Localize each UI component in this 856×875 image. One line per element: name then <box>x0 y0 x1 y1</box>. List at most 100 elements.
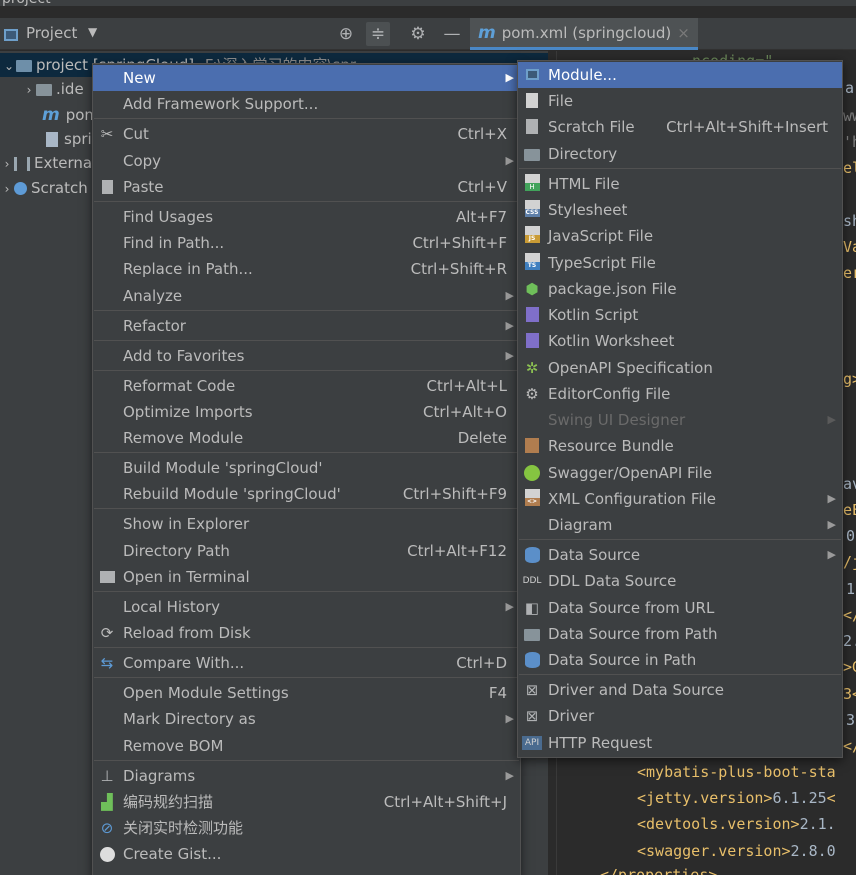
submenu-item-openapi-spec[interactable]: ✲ OpenAPI Specification <box>518 355 842 381</box>
menu-item-directory-path[interactable]: Directory Path Ctrl+Alt+F12 <box>93 538 520 564</box>
submenu-item-javascript-file[interactable]: JS JavaScript File <box>518 223 842 249</box>
submenu-item-stylesheet[interactable]: CSS Stylesheet <box>518 197 842 223</box>
submenu-item-kotlin-worksheet[interactable]: Kotlin Worksheet <box>518 328 842 354</box>
code-fragment: 0 <box>846 527 856 545</box>
submenu-item-driver-and-data-source[interactable]: ⊠ Driver and Data Source <box>518 677 842 703</box>
collapse-all-icon[interactable]: ≑ <box>366 22 390 46</box>
menu-item-remove-module[interactable]: Remove Module Delete <box>93 425 520 451</box>
hide-icon[interactable]: — <box>440 22 464 46</box>
submenu-item-ddl-data-source[interactable]: DDL DDL Data Source <box>518 568 842 594</box>
submenu-item-kotlin-script[interactable]: Kotlin Script <box>518 302 842 328</box>
menu-item-mark-directory-as[interactable]: Mark Directory as ▶ <box>93 706 520 732</box>
menu-item-diagrams[interactable]: ⊥ Diagrams ▶ <box>93 763 520 789</box>
menu-item-code-scan[interactable]: ▟ 编码规约扫描 Ctrl+Alt+Shift+J <box>93 789 520 815</box>
project-context-menu: New ▶ Add Framework Support... ✂ Cut Ctrl+X… <box>92 63 521 875</box>
code-fragment: 1 <box>846 580 856 598</box>
module-icon <box>522 65 542 85</box>
github-icon <box>97 844 117 864</box>
menu-item-analyze[interactable]: Analyze ▶ <box>93 283 520 309</box>
forbidden-icon: ⊘ <box>100 819 114 837</box>
code-fragment: eE <box>843 501 856 519</box>
maven-file-icon: m <box>42 105 60 125</box>
submenu-item-data-source-path[interactable]: Data Source from Path <box>518 621 842 647</box>
code-fragment: 3 <box>846 711 856 729</box>
menu-item-rebuild-module[interactable]: Rebuild Module 'springCloud' Ctrl+Shift+F… <box>93 481 520 507</box>
code-fragment: Va <box>843 238 856 256</box>
scratches-icon <box>14 182 27 195</box>
submenu-item-html-file[interactable]: HTML File <box>518 171 842 197</box>
tree-item-label: Externa <box>34 154 93 172</box>
code-line: <jetty.version>6.1.25< <box>637 789 836 807</box>
tree-item-label: Scratch <box>31 179 88 197</box>
compare-arrows-icon: ⇆ <box>100 654 114 672</box>
code-fragment: a <box>845 79 855 97</box>
tab-pom-xml[interactable]: m pom.xml (springcloud) × <box>470 18 698 50</box>
submenu-item-swing-ui-designer: Swing UI Designer ▶ <box>548 411 836 429</box>
chevron-down-icon[interactable]: ▼ <box>88 25 97 39</box>
menu-item-find-usages[interactable]: Find Usages Alt+F7 <box>93 204 520 230</box>
submenu-item-driver[interactable]: ⊠ Driver <box>518 703 842 729</box>
submenu-item-http-request[interactable]: API HTTP Request <box>518 730 842 756</box>
submenu-item-data-source-url[interactable]: ◧ Data Source from URL <box>518 595 842 621</box>
submenu-item-editorconfig[interactable]: ⚙ EditorConfig File <box>518 381 842 407</box>
code-fragment: </ <box>843 737 856 755</box>
folder-icon <box>522 624 542 644</box>
menu-item-find-in-path[interactable]: Find in Path... Ctrl+Shift+F <box>93 230 520 256</box>
project-view-icon <box>4 27 18 45</box>
menu-item-copy[interactable]: Copy ▶ <box>93 148 520 174</box>
css-file-icon: CSS <box>522 200 542 220</box>
menu-item-add-framework-support[interactable]: Add Framework Support... <box>93 91 520 117</box>
menu-item-replace-in-path[interactable]: Replace in Path... Ctrl+Shift+R <box>93 256 520 282</box>
submenu-item-data-source-in-path[interactable]: Data Source in Path <box>518 647 842 673</box>
menu-item-add-to-favorites[interactable]: Add to Favorites ▶ <box>93 343 520 369</box>
menu-item-compare-with[interactable]: ⇆ Compare With... Ctrl+D <box>93 650 520 676</box>
menu-item-disable-realtime-check[interactable]: ⊘ 关闭实时检测功能 <box>93 815 520 841</box>
code-fragment: el <box>843 159 856 177</box>
openapi-icon: ✲ <box>525 359 539 377</box>
submenu-item-diagram[interactable]: Diagram ▶ <box>518 512 842 538</box>
menu-item-build-module[interactable]: Build Module 'springCloud' <box>93 455 520 481</box>
menu-item-create-gist[interactable]: Create Gist... <box>93 841 520 867</box>
submenu-item-typescript-file[interactable]: TS TypeScript File <box>518 250 842 276</box>
submenu-item-swagger-file[interactable]: Swagger/OpenAPI File <box>518 460 842 486</box>
menu-item-open-module-settings[interactable]: Open Module Settings F4 <box>93 680 520 706</box>
swagger-icon <box>522 463 542 483</box>
code-fragment: >G <box>843 658 856 676</box>
clipboard-icon <box>97 177 117 197</box>
tree-item-label: .ide <box>56 80 84 98</box>
submenu-item-xml-config[interactable]: <> XML Configuration File ▶ <box>518 486 842 512</box>
submenu-item-module[interactable]: Module... <box>518 62 842 88</box>
submenu-item-package-json[interactable]: ⬢ package.json File <box>518 276 842 302</box>
menu-item-new[interactable]: New ▶ <box>93 65 520 91</box>
library-icon <box>14 156 30 171</box>
tree-item-label: spri <box>64 130 92 148</box>
menu-item-reload-from-disk[interactable]: ⟳ Reload from Disk <box>93 620 520 646</box>
locate-file-icon[interactable]: ⊕ <box>334 22 358 46</box>
menu-item-local-history[interactable]: Local History ▶ <box>93 594 520 620</box>
menu-item-refactor[interactable]: Refactor ▶ <box>93 313 520 339</box>
submenu-item-resource-bundle[interactable]: Resource Bundle <box>518 433 842 459</box>
menu-item-show-in-explorer[interactable]: Show in Explorer <box>93 511 520 537</box>
close-icon[interactable]: × <box>677 18 690 48</box>
folder-icon <box>522 144 542 164</box>
submenu-item-data-source[interactable]: Data Source ▶ <box>518 542 842 568</box>
submenu-item-scratch-file[interactable]: Scratch File Ctrl+Alt+Shift+Insert <box>518 114 842 140</box>
scratch-file-icon <box>522 117 542 137</box>
menu-item-reformat-code[interactable]: Reformat Code Ctrl+Alt+L <box>93 373 520 399</box>
menu-item-remove-bom[interactable]: Remove BOM <box>93 733 520 759</box>
diagram-icon: ⊥ <box>100 767 114 785</box>
code-fragment: sh <box>843 212 856 230</box>
gear-icon[interactable]: ⚙ <box>406 22 430 46</box>
reload-icon: ⟳ <box>100 624 114 642</box>
url-icon: ◧ <box>524 599 540 617</box>
menu-item-paste[interactable]: Paste Ctrl+V <box>93 174 520 200</box>
project-view-title[interactable]: Project <box>26 24 77 42</box>
menu-item-optimize-imports[interactable]: Optimize Imports Ctrl+Alt+O <box>93 399 520 425</box>
submenu-item-file[interactable]: File <box>518 88 842 114</box>
menu-item-open-in-terminal[interactable]: Open in Terminal <box>93 564 520 590</box>
ts-file-icon: TS <box>522 253 542 273</box>
menu-item-cut[interactable]: ✂ Cut Ctrl+X <box>93 121 520 147</box>
driver-icon: ⊠ <box>525 707 539 725</box>
submenu-item-directory[interactable]: Directory <box>518 141 842 167</box>
code-line: <devtools.version>2.1. <box>637 815 836 833</box>
